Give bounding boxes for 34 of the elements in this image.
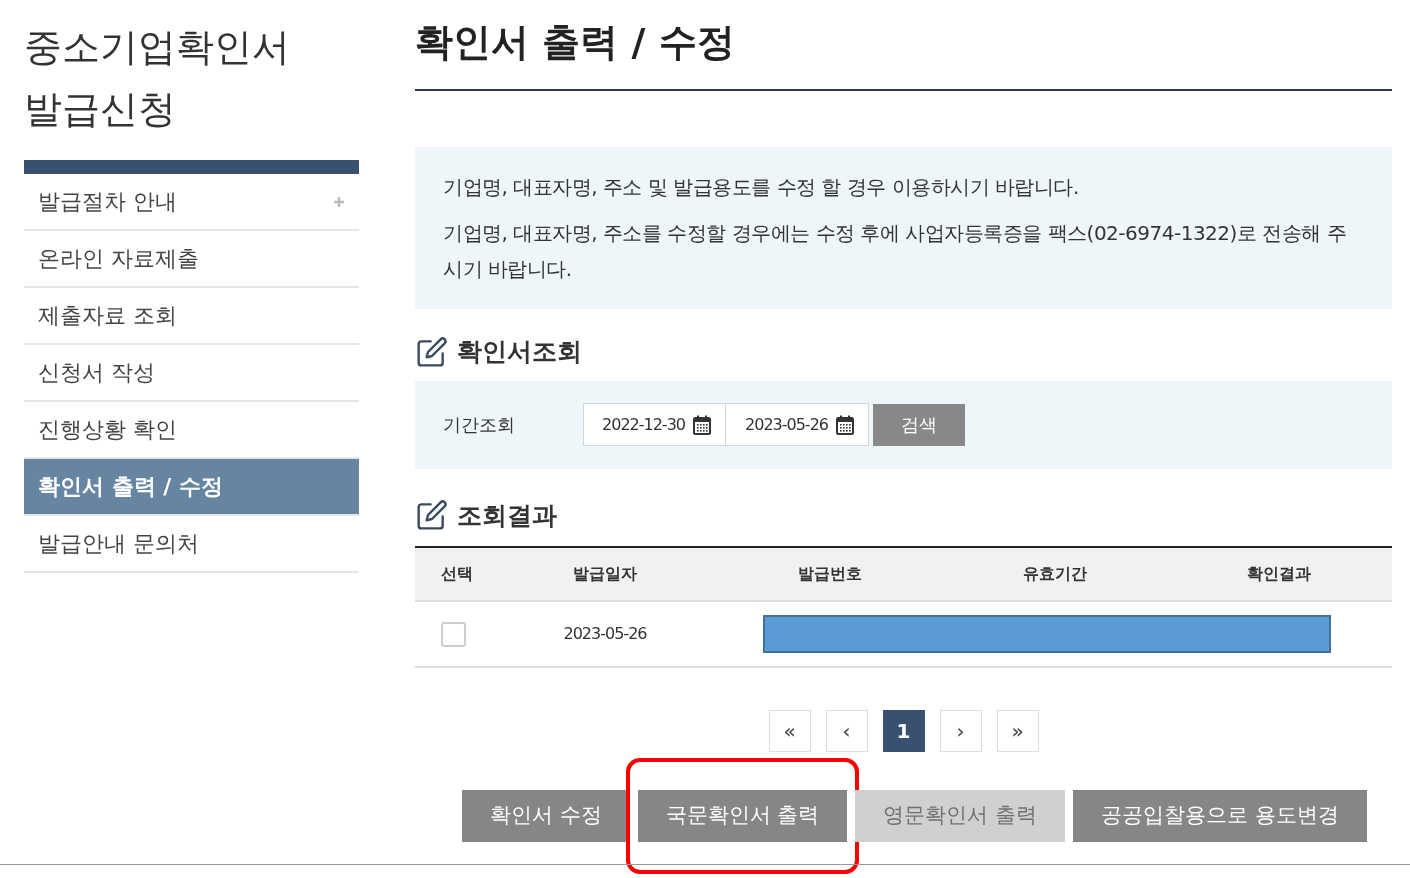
period-label: 기간조회 <box>443 413 516 437</box>
edit-icon <box>415 499 449 532</box>
page-button[interactable]: ‹ <box>825 710 868 752</box>
column-header: 발급번호 <box>797 563 863 585</box>
action-button[interactable]: 공공입찰용으로 용도변경 <box>1073 790 1367 842</box>
page-button[interactable]: 1 <box>882 710 925 752</box>
table-cell-text: 2023-05-26 <box>562 623 648 645</box>
page-button[interactable]: › <box>939 710 982 752</box>
sidebar-item[interactable]: 발급절차 안내 <box>24 174 359 231</box>
sidebar-item[interactable]: 발급안내 문의처 <box>24 516 359 573</box>
action-button[interactable]: 국문확인서 출력 <box>637 790 848 842</box>
section-heading: 조회결과 <box>457 499 557 532</box>
search-button[interactable]: 검색 <box>873 403 965 446</box>
start-date-field[interactable]: 2022-12-30 <box>583 403 726 446</box>
sidebar-title: 중소기업확인서 발급신청 <box>24 24 291 133</box>
column-header: 선택 <box>440 563 474 585</box>
end-date-field[interactable]: 2023-05-26 <box>726 403 869 446</box>
sidebar-item[interactable]: 온라인 자료제출 <box>24 231 359 288</box>
section-heading: 확인서조회 <box>457 336 582 368</box>
sidebar-item[interactable]: 신청서 작성 <box>24 345 359 402</box>
notice-text: 기업명, 대표자명, 주소 및 발급용도를 수정 할 경우 이용하시기 바랍니다. <box>443 174 1080 201</box>
sidebar-item[interactable]: 확인서 출력 / 수정 <box>24 459 359 516</box>
column-header: 확인결과 <box>1245 563 1312 585</box>
page-button[interactable]: « <box>768 710 811 752</box>
calendar-icon[interactable] <box>693 414 711 435</box>
column-header: 발급일자 <box>572 563 638 585</box>
page-title: 확인서 출력 / 수정 <box>415 14 1392 91</box>
edit-icon <box>415 335 449 368</box>
column-header: 유효기간 <box>1022 563 1088 585</box>
sidebar-item[interactable]: 제출자료 조회 <box>24 288 359 345</box>
calendar-icon[interactable] <box>836 414 854 435</box>
row-checkbox[interactable] <box>441 621 466 647</box>
page-button[interactable]: » <box>996 710 1039 752</box>
notice-text: 기업명, 대표자명, 주소를 수정할 경우에는 수정 후에 사업자등록증을 팩스(02-6974-1322)로 전송해 주시기 바랍니다. <box>443 220 1348 283</box>
